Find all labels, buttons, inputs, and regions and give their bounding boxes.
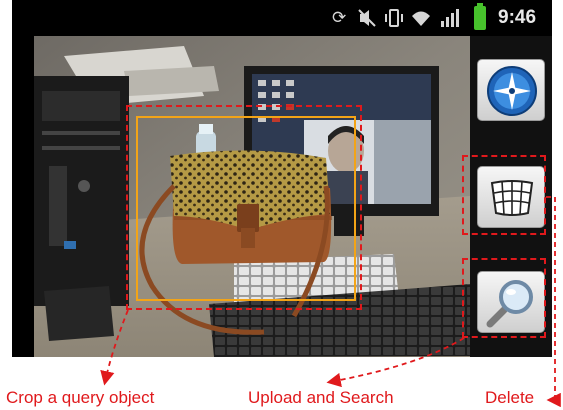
battery-icon	[474, 3, 486, 30]
delete-annotation-box	[462, 155, 546, 235]
wifi-icon	[410, 8, 432, 28]
crop-annotation-box	[126, 105, 362, 310]
crop-label: Crop a query object	[6, 388, 155, 407]
status-bar: ⟳ 9:46	[12, 0, 552, 36]
vibrate-mute-icon	[358, 8, 376, 28]
search-annotation-box	[462, 258, 546, 338]
vibrate-icon	[384, 8, 404, 28]
signal-icon	[440, 8, 460, 28]
compass-icon	[487, 66, 537, 116]
status-time: 9:46	[498, 7, 537, 28]
compass-button[interactable]	[477, 59, 545, 121]
upload-search-label: Upload and Search	[248, 388, 394, 407]
sync-icon: ⟳	[332, 8, 347, 28]
delete-label: Delete	[485, 388, 535, 407]
